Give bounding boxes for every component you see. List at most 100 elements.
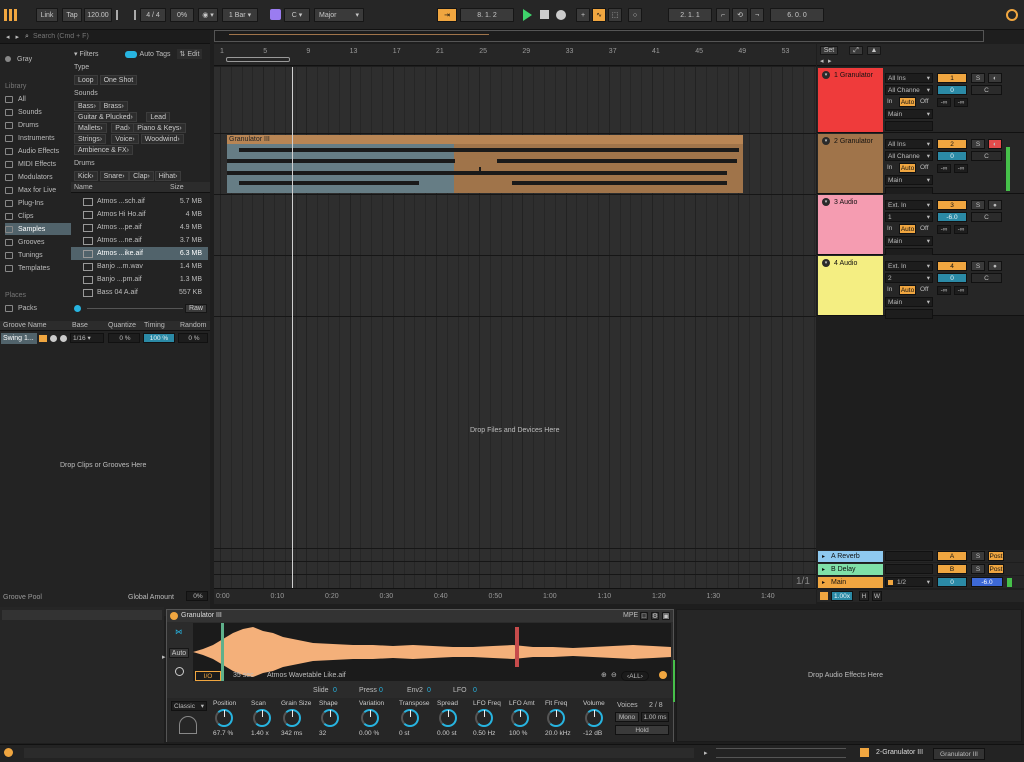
tag-snare[interactable]: Snare › [99, 171, 129, 181]
hold-button[interactable]: Hold [615, 725, 669, 735]
track-volume[interactable]: 0 [937, 85, 967, 95]
overdub-icon[interactable]: + [576, 8, 590, 22]
groove-name[interactable]: Swing 1... [1, 333, 37, 344]
tag-brass[interactable]: Brass › [99, 101, 128, 111]
tap-button[interactable]: Tap [62, 8, 82, 22]
send-a[interactable]: -∞ [937, 225, 951, 234]
groove-commit-icon[interactable] [60, 335, 67, 342]
volume-knob[interactable] [585, 709, 603, 727]
input-type-select[interactable]: All Ins ▾ [885, 73, 933, 83]
fold-icon[interactable]: ▾ [822, 259, 830, 267]
quantize-select[interactable]: 1 Bar ▾ [222, 8, 258, 22]
width-button[interactable]: W [872, 591, 882, 601]
scan-knob[interactable] [253, 709, 271, 727]
midi-clip[interactable]: Granulator III [227, 135, 743, 193]
loop-brace[interactable] [226, 57, 290, 62]
scroll-left-icon[interactable]: ◂ [820, 57, 824, 65]
filters-toggle[interactable]: ▾ Filters [74, 50, 99, 58]
monitor-off[interactable]: Off [920, 98, 929, 105]
return-post[interactable]: Post [988, 551, 1004, 561]
monitor-off[interactable]: Off [920, 164, 929, 171]
tag-pad[interactable]: Pad › [111, 123, 135, 133]
return-track-header[interactable]: ▸ B Delay B S Post [817, 563, 1024, 575]
stop-icon[interactable] [540, 10, 549, 19]
main-volume[interactable]: 0 [937, 577, 967, 587]
flt-freq-knob[interactable] [547, 709, 565, 727]
loop-length-field[interactable]: 6. 0. 0 [770, 8, 824, 22]
fold-icon[interactable]: ▾ [822, 198, 830, 206]
status-track[interactable]: 2-Granulator III [876, 749, 923, 756]
zoom-icon[interactable] [820, 592, 828, 600]
return-output[interactable] [885, 551, 933, 561]
sync-icon[interactable] [175, 667, 184, 676]
library-item-sounds[interactable]: Sounds [5, 106, 42, 118]
return-name[interactable]: ▸ A Reverb [818, 551, 883, 562]
position-knob[interactable] [215, 709, 233, 727]
key-select[interactable]: C ▾ [284, 8, 310, 22]
time-signature-field[interactable]: 4 / 4 [140, 8, 166, 22]
output-select[interactable]: Main ▾ [885, 109, 933, 119]
library-item-templates[interactable]: Templates [5, 262, 50, 274]
tag-ambience-fx[interactable]: Ambience & FX › [74, 145, 133, 155]
groove-save-icon[interactable] [50, 335, 57, 342]
tag-voice[interactable]: Voice › [111, 134, 139, 144]
solo-button[interactable]: S [971, 200, 985, 210]
input-type-select[interactable]: All Ins ▾ [885, 139, 933, 149]
groove-base-select[interactable]: 1/16 ▾ [70, 333, 104, 343]
global-amount-field[interactable]: 0% [186, 591, 208, 601]
lock-icon[interactable]: ▲ [867, 46, 881, 55]
groove-quantize-field[interactable]: 0 % [108, 333, 140, 343]
monitor-in[interactable]: In [887, 98, 892, 105]
file-row[interactable]: Banjo ...m.wav 1.4 MB [71, 260, 208, 273]
send-b[interactable]: -∞ [954, 225, 968, 234]
monitor-in[interactable]: In [887, 286, 892, 293]
groove-col-base[interactable]: Base [72, 322, 88, 329]
input-channel-select[interactable]: 2 ▾ [885, 273, 933, 283]
spread-knob[interactable] [439, 709, 457, 727]
nudge-icon[interactable] [116, 10, 136, 20]
height-button[interactable]: H [859, 591, 869, 601]
monitor-auto[interactable]: Auto [899, 97, 916, 107]
glide-field[interactable]: 1.00 ms [641, 712, 669, 722]
fold-icon[interactable]: ▾ [822, 137, 830, 145]
places-item-packs[interactable]: Packs [5, 302, 37, 314]
edit-button[interactable]: ⇅ Edit [176, 49, 203, 59]
arm-icon[interactable]: ● [988, 200, 1002, 210]
output-select[interactable]: Main ▾ [885, 236, 933, 246]
device-save-icon[interactable]: ▣ [662, 612, 670, 620]
variation-knob[interactable] [361, 709, 379, 727]
mod-lfo-value[interactable]: 0 [473, 687, 477, 694]
tag-kick[interactable]: Kick › [74, 171, 98, 181]
solo-button[interactable]: S [971, 261, 985, 271]
waveform-preview[interactable] [87, 307, 183, 309]
send-b[interactable]: -∞ [954, 98, 968, 107]
cpu-meter-icon[interactable] [1006, 9, 1018, 21]
file-row[interactable]: Atmos ...pe.aif 4.9 MB [71, 221, 208, 234]
monitor-in[interactable]: In [887, 225, 892, 232]
track-header[interactable]: ▾ 4 Audio Ext. In ▾ 2 ▾ In Auto Off Main ▾ … [817, 255, 1024, 319]
mono-button[interactable]: Mono [615, 712, 639, 722]
page-indicator[interactable]: 1/1 [796, 576, 810, 587]
main-name[interactable]: ▸ Main [818, 577, 883, 588]
library-item-tunings[interactable]: Tunings [5, 249, 43, 261]
output-select[interactable]: Main ▾ [885, 175, 933, 185]
mod-press-value[interactable]: 0 [379, 687, 383, 694]
io-button[interactable]: I/O [195, 671, 221, 681]
swing-field[interactable]: 0% [170, 8, 194, 22]
library-item-drums[interactable]: Drums [5, 119, 39, 131]
waveform-icon[interactable]: ⋈ [175, 628, 182, 636]
lfo-freq-knob[interactable] [475, 709, 493, 727]
track-name-box[interactable]: ▾ 4 Audio [818, 256, 883, 315]
capture-icon[interactable]: ⬚ [608, 8, 622, 22]
track-volume[interactable]: 0 [937, 151, 967, 161]
input-channel-select[interactable]: All Channe ▾ [885, 151, 933, 161]
track-name-box[interactable]: ▾ 1 Granulator [818, 68, 883, 132]
zoom-field[interactable]: 1.00x [831, 591, 853, 601]
grain-size-knob[interactable] [283, 709, 301, 727]
tag-guitar-plucked[interactable]: Guitar & Plucked › [74, 112, 137, 122]
file-row[interactable]: Atmos ...sch.aif 5.7 MB [71, 195, 208, 208]
groove-hot-swap-icon[interactable] [39, 335, 47, 342]
arm-icon[interactable]: ◐ [988, 73, 1002, 83]
library-item-modulators[interactable]: Modulators [5, 171, 53, 183]
library-item-max-for-live[interactable]: Max for Live [5, 184, 56, 196]
